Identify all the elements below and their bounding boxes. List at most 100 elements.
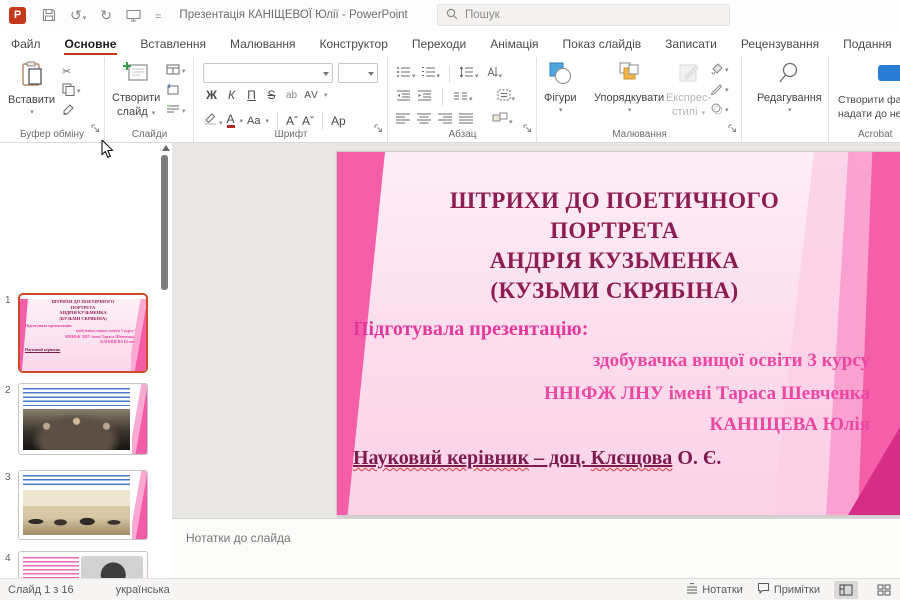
grow-font-button[interactable]: Aˆ [286,114,298,128]
align-right-button[interactable] [438,111,452,129]
columns-button[interactable]: ▾ [453,88,473,106]
paragraph-group-label: Абзац [389,129,536,140]
section-button[interactable]: ▾ [166,103,186,119]
slide-thumbnail-1[interactable]: ШТРИХИ ДО ПОЕТИЧНОГОПОРТРЕТА АНДРІЯ КУЗЬ… [18,293,148,373]
slide-author-line3[interactable]: КАНІЩЕВА Юлія [709,414,870,436]
scrollbar-thumb[interactable] [161,155,168,290]
undo-button[interactable]: ↺▾ [70,7,86,23]
customize-qat-icon[interactable]: = [155,7,161,24]
slide-author-line2[interactable]: ННІФЖ ЛНУ імені Тараса Шевченка [544,383,870,405]
slide-number-4: 4 [5,553,11,564]
shape-outline-button[interactable]: ▾ [710,82,729,98]
slideshow-icon[interactable] [126,9,141,22]
notes-pane[interactable]: Нотатки до слайда [172,518,900,578]
acrobat-blue-button[interactable] [878,65,900,81]
shape-fill-button[interactable]: ▾ [710,62,729,78]
clipboard-group-label: Буфер обміну [0,129,104,140]
tab-record[interactable]: Записати [664,32,718,56]
editing-button[interactable]: Редагування ▾ [757,61,822,114]
highlight-pen-icon [203,112,218,129]
arrange-icon [617,61,641,90]
justify-button[interactable] [459,111,473,129]
slide-author-line1[interactable]: здобувачка вищої освіти 3 курсу [593,350,870,372]
reset-slide-button[interactable] [166,83,186,99]
slide-sorter-view-button[interactable] [872,581,896,599]
thumbnail-scrollbar[interactable] [160,143,172,578]
increase-indent-button[interactable] [417,88,432,106]
slide-editor[interactable]: ШТРИХИ ДО ПОЕТИЧНОГО ПОРТРЕТА АНДРІЯ КУЗ… [337,152,900,515]
line-spacing-button[interactable]: ▾ [459,65,479,83]
arrange-button[interactable]: Упорядкувати ▾ [594,61,664,114]
notes-toggle-button[interactable]: Нотатки [686,583,743,597]
normal-view-button[interactable] [834,581,858,599]
slide-title[interactable]: ШТРИХИ ДО ПОЕТИЧНОГО ПОРТРЕТА АНДРІЯ КУЗ… [377,186,852,306]
align-text-button[interactable]: ▾ [497,88,516,106]
status-bar: Слайд 1 з 16 українська Нотатки Примітки [0,578,900,600]
effects-icon [710,102,723,118]
language-indicator[interactable]: українська [116,584,170,596]
group-editing: Редагування ▾ [743,57,829,142]
acrobat-action-line1[interactable]: Створити фа [838,93,900,107]
clear-formatting-button[interactable]: Ap [331,114,346,128]
scrollbar-up-arrow[interactable] [162,145,170,151]
shape-effects-button[interactable]: ▾ [710,102,729,118]
save-icon[interactable] [42,8,56,22]
slide-prepared-by[interactable]: Підготувала презентацію: [353,318,588,341]
italic-button[interactable]: К [223,88,240,102]
tab-transitions[interactable]: Переходи [411,32,467,56]
cut-button[interactable]: ✂ [62,63,81,79]
drawing-group-label: Малювання [538,129,741,140]
tab-home[interactable]: Основне [64,32,118,56]
smartart-button[interactable]: ▾ [492,111,513,129]
paste-button[interactable]: Вставити ▾ [8,61,55,116]
shrink-font-button[interactable]: Aˇ [302,114,314,128]
slide-supervisor-line[interactable]: Науковий керівник – доц. Клєщова О. Є. [353,447,721,470]
powerpoint-app-icon: P [9,7,26,24]
slide-thumbnail-3[interactable] [18,470,148,540]
tab-insert[interactable]: Вставлення [139,32,207,56]
decrease-indent-button[interactable] [396,88,411,106]
copy-button[interactable]: ▾ [62,83,81,99]
slide-thumbnail-2[interactable] [18,383,148,455]
comments-button[interactable]: Примітки [757,582,820,597]
tab-design[interactable]: Конструктор [318,32,388,56]
tab-view[interactable]: Подання [842,32,892,56]
slide-thumbnail-panel: 1 ШТРИХИ ДО ПОЕТИЧНОГОПОРТРЕТА АНДРІЯ КУ… [0,143,160,578]
text-direction-button[interactable]: ▾ [484,65,503,83]
tab-animations[interactable]: Анімація [489,32,539,56]
section-icon [166,104,180,118]
text-shadow-button[interactable]: ab [283,90,300,101]
font-size-combo[interactable] [338,63,378,83]
font-group-label: Шрифт [195,129,387,140]
numbering-button[interactable]: ▾ [421,65,441,83]
font-color-button[interactable]: А [227,114,235,128]
slide-layout-button[interactable]: ▾ [166,63,186,79]
acrobat-action-line2[interactable]: надати до несп [838,107,900,121]
reset-icon [166,84,180,99]
align-left-button[interactable] [396,111,410,129]
underline-button[interactable]: П [243,88,260,102]
align-center-button[interactable] [417,111,431,129]
indent-increase-icon [417,88,432,105]
tab-file[interactable]: Файл [10,32,42,56]
scissors-icon: ✂ [62,65,71,78]
shapes-button[interactable]: Фігури ▾ [544,61,576,114]
strikethrough-button[interactable]: S [263,88,280,102]
character-spacing-button[interactable]: AV [303,90,320,101]
format-painter-button[interactable] [62,103,81,119]
slide-indicator: Слайд 1 з 16 [8,584,74,596]
search-input[interactable]: Пошук [437,4,730,26]
redo-button[interactable]: ↻ [100,7,112,23]
powerpoint-window: P ↺▾ ↻ = Презентація КАНІЩЕВОЇ Юлії - Po… [0,0,900,600]
new-slide-button[interactable]: Створити слайд ▾ [112,61,160,120]
search-icon [446,8,458,23]
bullets-button[interactable]: ▾ [396,65,416,83]
tab-review[interactable]: Рецензування [740,32,820,56]
font-name-combo[interactable] [203,63,333,83]
layout-icon [166,64,180,78]
change-case-button[interactable]: Aa [247,115,260,127]
tab-draw[interactable]: Малювання [229,32,296,56]
tab-slideshow[interactable]: Показ слайдів [562,32,643,56]
bold-button[interactable]: Ж [203,88,220,102]
text-highlight-button[interactable]: ▾ [203,111,223,130]
